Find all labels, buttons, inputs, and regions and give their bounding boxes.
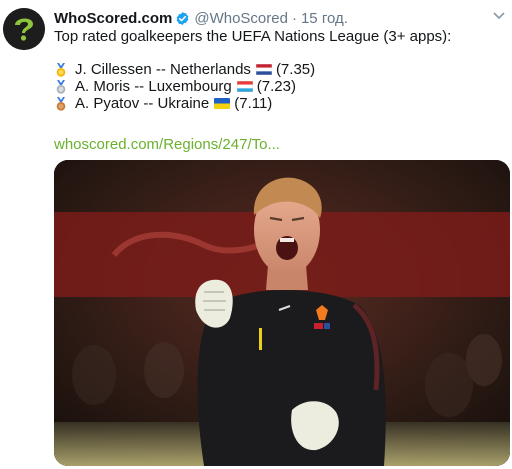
country-name: Ukraine: [157, 94, 210, 112]
tweet-photo[interactable]: [54, 160, 510, 466]
player-name: A. Moris: [75, 77, 131, 95]
verified-badge-icon: [176, 11, 189, 25]
ukraine-flag-icon: [214, 98, 231, 109]
timestamp[interactable]: 15 год.: [301, 10, 348, 27]
country-name: Netherlands: [170, 60, 251, 78]
player-rating: (7.11): [234, 94, 273, 112]
avatar[interactable]: [3, 8, 45, 50]
whoscored-logo: [3, 8, 45, 50]
tweet-heading: Top rated goalkeepers the UEFA Nations L…: [54, 28, 452, 45]
ranking-item: J. Cillessen -- Netherlands (7.35): [54, 61, 451, 78]
tweet-header: WhoScored.com @WhoScored · 15 год.: [54, 9, 482, 27]
player-name: J. Cillessen: [75, 60, 152, 78]
display-name[interactable]: WhoScored.com: [54, 10, 172, 27]
country-name: Luxembourg: [148, 77, 232, 95]
gold-medal-icon: [56, 62, 66, 77]
tweet-link[interactable]: whoscored.com/Regions/247/To...: [54, 136, 280, 153]
player-rating: (7.35): [275, 60, 316, 78]
netherlands-flag-icon: [255, 64, 272, 75]
luxembourg-flag-icon: [236, 81, 253, 92]
chevron-down-icon[interactable]: [492, 11, 506, 21]
goalkeeper-photo: [54, 160, 510, 466]
ranking-separator: --: [143, 94, 154, 112]
player-name: A. Pyatov: [75, 94, 140, 112]
tweet-text: Top rated goalkeepers the UEFA Nations L…: [54, 29, 451, 112]
bronze-medal-icon: [56, 96, 66, 111]
silver-medal-icon: [56, 79, 66, 94]
ranking-separator: --: [155, 60, 166, 78]
user-handle[interactable]: @WhoScored: [194, 10, 288, 27]
ranking-separator: --: [134, 77, 145, 95]
ranking-item: A. Moris -- Luxembourg (7.23): [54, 78, 451, 95]
player-rating: (7.23): [256, 77, 296, 95]
ranking-item: A. Pyatov -- Ukraine (7.11): [54, 95, 451, 112]
separator-dot: ·: [291, 9, 297, 27]
